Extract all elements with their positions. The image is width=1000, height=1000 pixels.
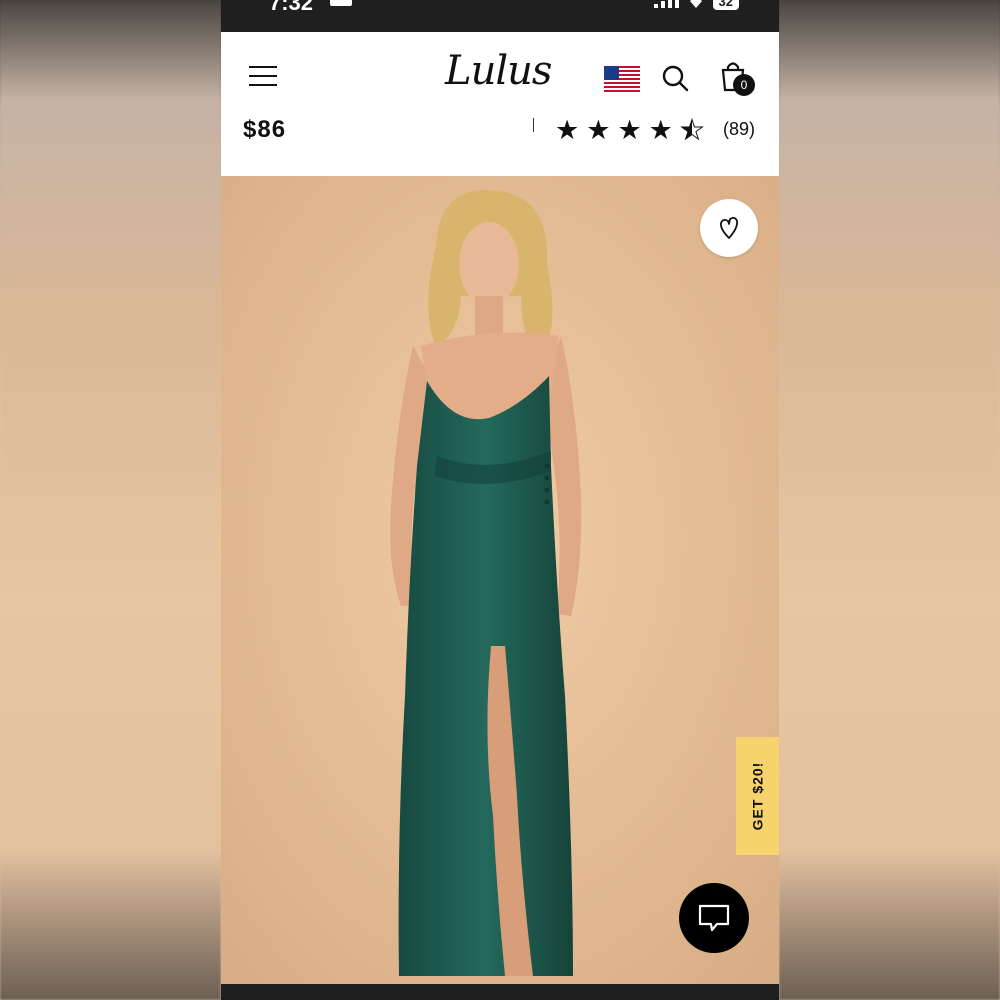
wishlist-button[interactable] — [700, 199, 758, 257]
star-full-icon: ★ — [586, 115, 611, 145]
star-rating[interactable]: ★ ★ ★ ★ ★ ★ — [555, 115, 705, 145]
phone-screen: 7:32 32 Lulus 0 $86 ★ ★ ★ ★ ★ (89) GET $… — [221, 0, 779, 1000]
search-icon[interactable] — [661, 64, 689, 92]
product-summary: $86 ★ ★ ★ ★ ★ ★ (89) — [221, 115, 779, 176]
product-image[interactable]: GET $20! — [221, 176, 779, 984]
cellular-signal-icon — [653, 0, 679, 8]
status-indicators: 32 — [653, 0, 739, 10]
chat-bubble-icon — [698, 904, 730, 932]
star-full-icon: ★ — [648, 115, 673, 145]
review-count[interactable]: (89) — [723, 119, 755, 140]
model-photo — [221, 176, 779, 984]
sleep-focus-icon — [330, 0, 352, 6]
promo-label: GET $20! — [749, 761, 766, 831]
heart-icon — [720, 216, 738, 239]
divider — [533, 118, 534, 132]
site-header: Lulus 0 — [221, 32, 779, 119]
star-full-icon: ★ — [555, 115, 580, 145]
wifi-icon — [689, 0, 702, 8]
star-half-icon: ★ ★ — [679, 115, 705, 145]
bottom-bar — [221, 984, 779, 1000]
get-20-promo-tab[interactable]: GET $20! — [736, 737, 779, 855]
status-bar: 7:32 32 — [221, 0, 779, 32]
chat-button[interactable] — [679, 883, 749, 953]
battery-indicator: 32 — [712, 0, 739, 10]
status-time: 7:32 — [269, 0, 314, 15]
us-flag-icon[interactable] — [604, 66, 640, 92]
menu-icon[interactable] — [249, 66, 277, 86]
blurred-background-right — [779, 0, 1000, 1000]
cart-count-badge: 0 — [733, 74, 755, 96]
lulus-logo[interactable]: Lulus — [445, 48, 552, 94]
star-full-icon: ★ — [617, 115, 642, 145]
blurred-background-left — [0, 0, 221, 1000]
product-price: $86 — [243, 116, 287, 143]
